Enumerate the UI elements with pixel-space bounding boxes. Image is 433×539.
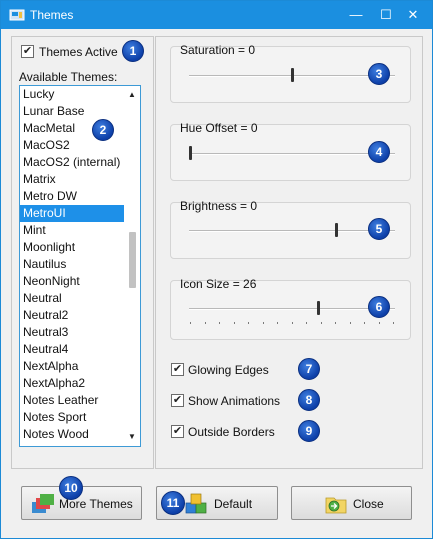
list-item[interactable]: Neutral4	[20, 341, 124, 358]
list-item[interactable]: Matrix	[20, 171, 124, 188]
icon-size-slider-thumb[interactable]	[316, 301, 320, 315]
list-item[interactable]: Lucky	[20, 86, 124, 103]
list-item[interactable]: NextAlpha2	[20, 375, 124, 392]
slider-tick	[335, 322, 336, 324]
slider-tick	[233, 322, 235, 324]
list-item[interactable]: Neutral2	[20, 307, 124, 324]
slider-tick	[349, 322, 351, 324]
maximize-button[interactable]: ☐	[375, 4, 397, 26]
brightness-slider-track[interactable]	[189, 230, 395, 232]
cubes-icon	[185, 493, 207, 514]
show-animations-checkbox[interactable]: ✔	[171, 394, 184, 407]
callout-badge-3: 3	[368, 63, 390, 85]
callout-badge-6: 6	[368, 296, 390, 318]
slider-tick	[291, 322, 293, 324]
scroll-down-arrow-icon[interactable]: ▼	[127, 432, 137, 442]
slider-tick	[393, 322, 394, 324]
callout-badge-1: 1	[122, 40, 144, 62]
list-item[interactable]: Moonlight	[20, 239, 124, 256]
brightness-slider-thumb[interactable]	[335, 223, 339, 237]
title-bar[interactable]: Themes — ☐ ✕	[1, 1, 432, 29]
default-label: Default	[214, 497, 253, 511]
callout-badge-2: 2	[92, 119, 114, 141]
themes-window: Themes — ☐ ✕ ✔ Themes Active 1 Available…	[0, 0, 433, 539]
glowing-edges-checkbox[interactable]: ✔	[171, 363, 184, 376]
slider-tick	[204, 322, 206, 324]
list-item[interactable]: NextAlpha	[20, 358, 124, 375]
slider-tick	[306, 322, 307, 324]
available-themes-label: Available Themes:	[19, 70, 118, 84]
brightness-label: Brightness = 0	[180, 199, 258, 213]
list-item[interactable]: MetroUI	[20, 205, 124, 222]
list-item[interactable]: Mint	[20, 222, 124, 239]
close-window-button[interactable]: ✕	[402, 4, 424, 26]
list-item[interactable]: MacOS2 (internal)	[20, 154, 124, 171]
list-item[interactable]: Neutral	[20, 290, 124, 307]
list-item[interactable]: Nautilus	[20, 256, 124, 273]
callout-badge-10: 10	[59, 476, 83, 500]
list-item[interactable]: NeonNight	[20, 273, 124, 290]
themes-active-checkbox[interactable]: ✔	[21, 45, 34, 58]
callout-badge-4: 4	[368, 141, 390, 163]
list-item[interactable]: Metro DW	[20, 188, 124, 205]
callout-badge-8: 8	[298, 389, 320, 411]
close-label: Close	[353, 497, 384, 511]
icon-size-slider-track[interactable]	[189, 308, 395, 310]
minimize-button[interactable]: —	[345, 4, 367, 26]
slider-tick	[190, 322, 191, 324]
outside-borders-checkbox[interactable]: ✔	[171, 425, 184, 438]
list-item[interactable]: Neutral3	[20, 324, 124, 341]
outside-borders-label: Outside Borders	[188, 425, 275, 439]
glowing-edges-label: Glowing Edges	[188, 363, 269, 377]
slider-tick	[378, 322, 380, 324]
list-scrollbar[interactable]: ▲ ▼	[124, 86, 140, 446]
window-title: Themes	[30, 8, 74, 22]
close-button[interactable]: Close	[291, 486, 412, 520]
slider-tick	[219, 322, 220, 324]
hue-offset-label: Hue Offset = 0	[180, 121, 258, 135]
list-item[interactable]: Notes Leather	[20, 392, 124, 409]
slider-tick	[262, 322, 264, 324]
list-item[interactable]: Notes Wood	[20, 426, 124, 443]
scroll-up-arrow-icon[interactable]: ▲	[127, 90, 137, 100]
hue-offset-slider-track[interactable]	[189, 153, 395, 155]
callout-badge-7: 7	[298, 358, 320, 380]
callout-badge-5: 5	[368, 218, 390, 240]
list-item[interactable]: Notes Sport	[20, 409, 124, 426]
slider-tick	[364, 322, 365, 324]
themes-active-label: Themes Active	[39, 45, 118, 59]
slider-tick	[248, 322, 249, 324]
saturation-slider-thumb[interactable]	[290, 68, 294, 82]
show-animations-label: Show Animations	[188, 394, 281, 408]
themes-listbox[interactable]: Lucky Lunar Base MacMetal MacOS2 MacOS2 (int…	[19, 85, 141, 447]
exit-folder-icon	[325, 497, 347, 514]
slider-tick	[277, 322, 278, 324]
app-icon	[9, 9, 25, 21]
slider-tick	[320, 322, 322, 324]
callout-badge-11: 11	[161, 491, 185, 515]
callout-badge-9: 9	[298, 420, 320, 442]
icon-size-label: Icon Size = 26	[180, 277, 257, 291]
scroll-thumb[interactable]	[129, 232, 136, 288]
list-item[interactable]: Lunar Base	[20, 103, 124, 120]
hue-offset-slider-thumb[interactable]	[189, 146, 192, 160]
saturation-label: Saturation = 0	[180, 43, 256, 57]
themes-stack-icon	[32, 494, 54, 513]
